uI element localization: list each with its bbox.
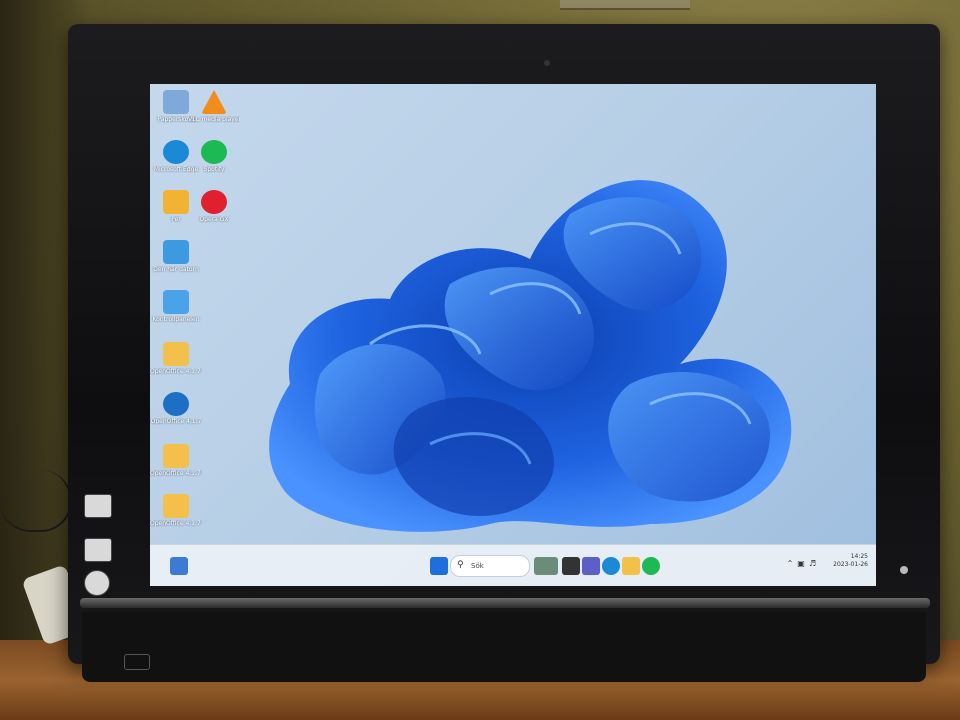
vlc-icon [201, 90, 227, 114]
desktop-icon-folder-1[interactable]: OpenOffice 4.1.7 Lan... [150, 342, 202, 375]
spotify-icon [201, 140, 227, 164]
windows-start-icon[interactable] [430, 557, 448, 575]
desktop-icon-opera[interactable]: Opera GX [188, 190, 240, 223]
desktop-screen: Papperskorg VLC media player Microsoft E… [150, 84, 876, 586]
clock[interactable]: 14:25 2023-01-26 [833, 553, 868, 569]
desktop-icon-spotify[interactable]: Spotify [188, 140, 240, 173]
power-button[interactable] [900, 566, 908, 574]
desktop-icon-folder-3[interactable]: OpenOffice 4.1.7 Inst... [150, 494, 202, 527]
control-panel-icon [163, 290, 189, 314]
desktop-icon-control-panel[interactable]: Kontrollpanelen [150, 290, 202, 323]
network-icon[interactable]: ▣ [797, 559, 809, 568]
desktop-icon-vlc[interactable]: VLC media player [188, 90, 240, 123]
folder-icon [163, 342, 189, 366]
recycle-bin-icon [163, 90, 189, 114]
spotify-icon[interactable] [642, 557, 660, 575]
intel-sticker [84, 494, 112, 518]
monitor-base [82, 612, 926, 682]
clock-date: 2023-01-26 [833, 561, 868, 568]
windows-bloom-wallpaper [269, 180, 792, 532]
chat-icon[interactable] [582, 557, 600, 575]
openoffice-icon [163, 392, 189, 416]
file-explorer-icon[interactable] [622, 557, 640, 575]
search-icon: ⚲ [457, 560, 464, 570]
folder-icon [163, 444, 189, 468]
folder-icon [163, 494, 189, 518]
energy-sticker [84, 538, 112, 562]
weather-widget-icon[interactable] [534, 557, 558, 575]
volume-icon[interactable]: ♬ [809, 559, 820, 568]
opera-icon [201, 190, 227, 214]
system-tray-icons[interactable]: ⌃▣♬ [787, 559, 820, 568]
edge-icon [163, 140, 189, 164]
picture-frame-edge [560, 0, 690, 10]
monitor-chrome-strip [80, 598, 930, 608]
desktop-icon-openoffice[interactable]: OpenOffice 4.1.7 [150, 392, 202, 425]
chevron-up-icon[interactable]: ⌃ [787, 559, 798, 568]
power-cable [0, 470, 72, 532]
widgets-icon[interactable] [170, 557, 188, 575]
computer-icon [163, 240, 189, 264]
webcam [544, 60, 550, 66]
task-view-icon[interactable] [562, 557, 580, 575]
edge-icon[interactable] [602, 557, 620, 575]
clock-time: 14:25 [850, 553, 868, 560]
user-folder-icon [163, 190, 189, 214]
windows-sticker [84, 570, 110, 596]
hp-logo [124, 654, 150, 670]
desktop-icon-computer[interactable]: Den här datorn [150, 240, 202, 273]
search-input[interactable]: ⚲ Sök [450, 555, 530, 577]
taskbar: ⚲ Sök ⌃▣♬ 14:25 2023-01-26 [150, 544, 876, 586]
desktop-icon-folder-2[interactable]: OpenOffice 4.1.7 Lan... [150, 444, 202, 477]
